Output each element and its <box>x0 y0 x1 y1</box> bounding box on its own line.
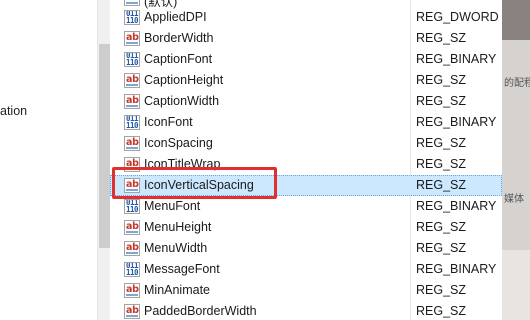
value-row-paddedborderwidth[interactable]: ab PaddedBorderWidth REG_SZ <box>110 301 502 320</box>
value-name: MenuFont <box>144 199 201 213</box>
value-type: REG_DWORD <box>416 10 499 24</box>
tree-item-label[interactable]: ation <box>0 104 27 118</box>
value-name: CaptionFont <box>144 52 213 66</box>
value-row-iconfont[interactable]: 011 110 IconFont REG_BINARY <box>110 112 502 133</box>
string-value-icon: ab <box>124 73 140 88</box>
value-name: PaddedBorderWidth <box>144 304 257 318</box>
tree-vertical-scrollbar[interactable] <box>97 0 110 320</box>
background-window-edge: 的配程序 媒体 <box>502 0 530 320</box>
value-name: BorderWidth <box>144 31 214 45</box>
binary-value-icon: 011 110 <box>124 262 140 277</box>
value-type: REG_SZ <box>416 136 467 150</box>
value-type: REG_BINARY <box>416 262 497 276</box>
value-row-iconspacing[interactable]: ab IconSpacing REG_SZ <box>110 133 502 154</box>
value-row-menuwidth[interactable]: ab MenuWidth REG_SZ <box>110 238 502 259</box>
registry-values-list: ab (默认) 011110 AppliedDPI REG_DWORD ab B… <box>110 0 502 320</box>
scrollbar-thumb[interactable] <box>99 44 110 248</box>
background-window-block <box>502 0 530 40</box>
background-window-block <box>502 250 530 320</box>
binary-value-icon: 011 110 <box>124 115 140 130</box>
value-type: REG_BINARY <box>416 52 497 66</box>
value-name: IconSpacing <box>144 136 213 150</box>
value-type: REG_SZ <box>416 241 467 255</box>
registry-tree-pane: ation <box>0 0 97 320</box>
string-value-icon: ab <box>124 220 140 235</box>
value-row-applieddpi[interactable]: 011 110 AppliedDPI REG_DWORD <box>110 7 502 28</box>
value-type: REG_SZ <box>416 283 467 297</box>
value-type: REG_BINARY <box>416 115 497 129</box>
value-name: MenuHeight <box>144 220 212 234</box>
value-name: AppliedDPI <box>144 10 207 24</box>
string-value-icon: ab <box>124 0 140 6</box>
value-name: MenuWidth <box>144 241 208 255</box>
red-highlight-annotation <box>112 167 277 199</box>
value-row-borderwidth[interactable]: ab BorderWidth REG_SZ <box>110 28 502 49</box>
value-type: REG_SZ <box>416 220 467 234</box>
string-value-icon: ab <box>124 304 140 319</box>
binary-value-icon: 011 110 <box>124 52 140 67</box>
value-name: MinAnimate <box>144 283 210 297</box>
value-row-messagefont[interactable]: 011 110 MessageFont REG_BINARY <box>110 259 502 280</box>
value-type: REG_SZ <box>416 157 467 171</box>
value-type: REG_SZ <box>416 94 467 108</box>
value-name: IconFont <box>144 115 193 129</box>
value-type: REG_SZ <box>416 31 467 45</box>
value-row-minanimate[interactable]: ab MinAnimate REG_SZ <box>110 280 502 301</box>
value-row-captionfont[interactable]: 011 110 CaptionFont REG_BINARY <box>110 49 502 70</box>
string-value-icon: ab <box>124 241 140 256</box>
background-text: 的配程序 <box>504 78 530 89</box>
value-name: MessageFont <box>144 262 220 276</box>
value-type: REG_SZ <box>416 73 467 87</box>
binary-value-icon: 011 110 <box>124 10 140 25</box>
value-name: CaptionWidth <box>144 94 220 108</box>
background-text: 媒体 <box>504 194 524 205</box>
value-row-menufont[interactable]: 011 110 MenuFont REG_BINARY <box>110 196 502 217</box>
value-name: CaptionHeight <box>144 73 224 87</box>
binary-value-icon: 011 110 <box>124 199 140 214</box>
value-row-captionheight[interactable]: ab CaptionHeight REG_SZ <box>110 70 502 91</box>
value-type: REG_SZ <box>416 304 467 318</box>
string-value-icon: ab <box>124 94 140 109</box>
value-row-captionwidth[interactable]: ab CaptionWidth REG_SZ <box>110 91 502 112</box>
string-value-icon: ab <box>124 136 140 151</box>
string-value-icon: ab <box>124 31 140 46</box>
value-type: REG_BINARY <box>416 199 497 213</box>
value-row-menuheight[interactable]: ab MenuHeight REG_SZ <box>110 217 502 238</box>
value-type: REG_SZ <box>416 178 467 192</box>
string-value-icon: ab <box>124 283 140 298</box>
